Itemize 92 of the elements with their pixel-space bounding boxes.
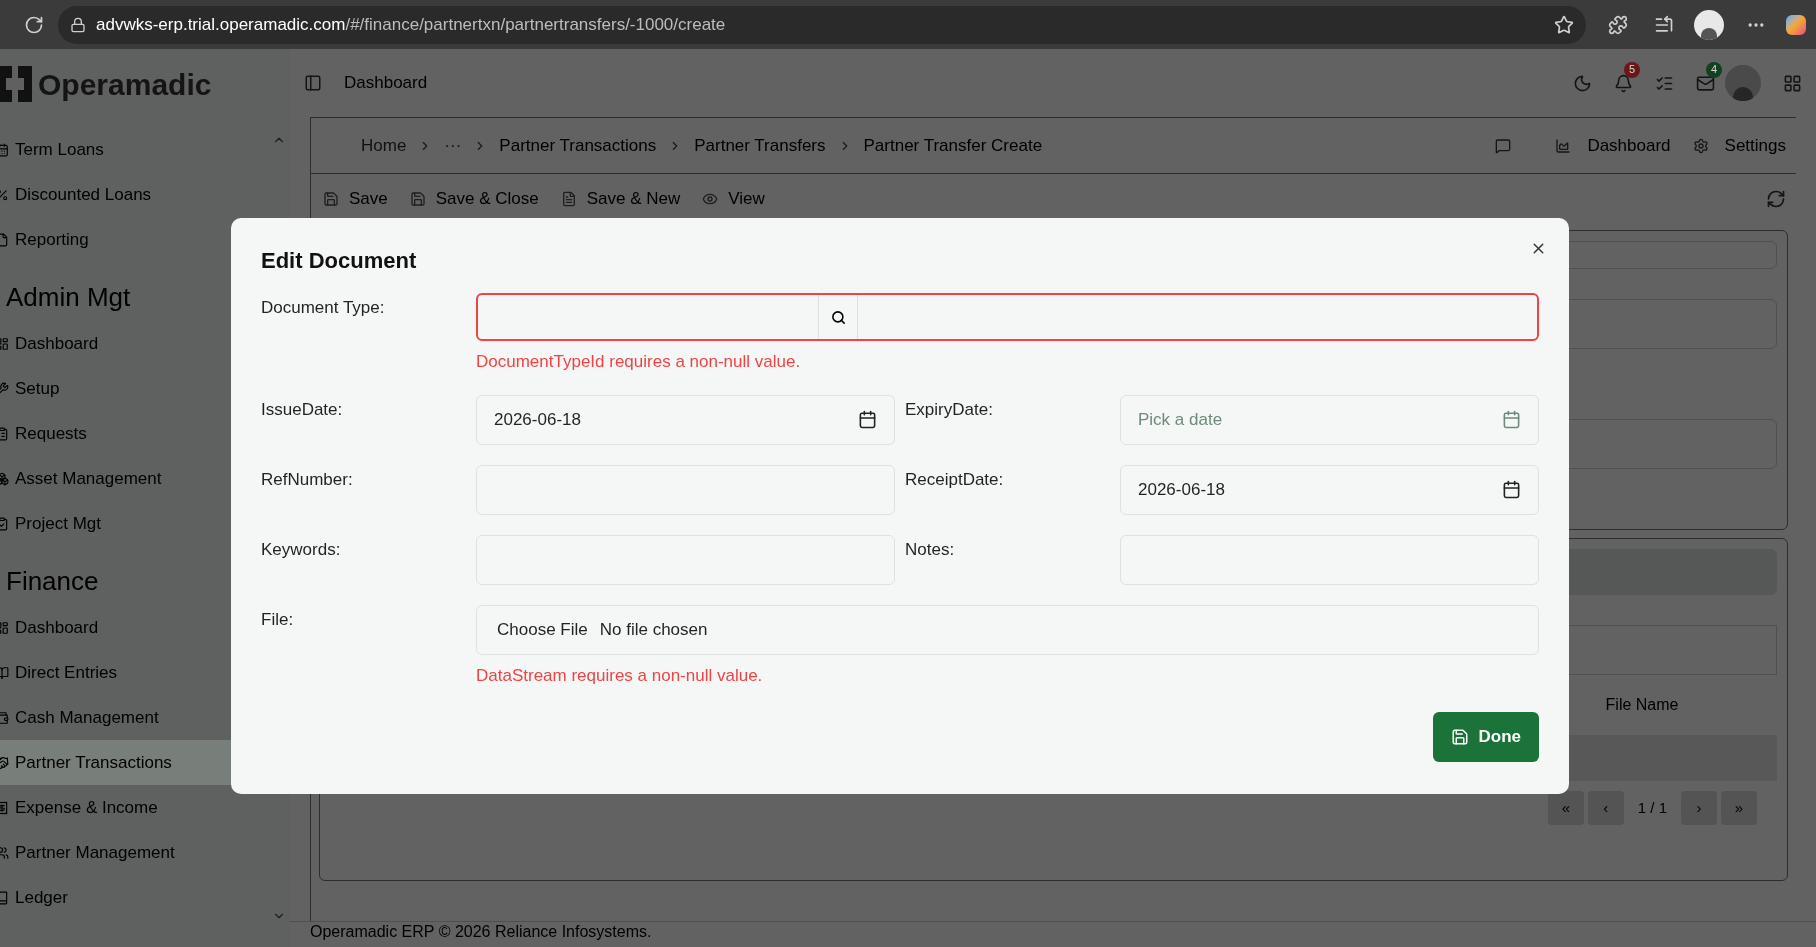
sidebar-item[interactable]: Cash Management — [0, 695, 260, 740]
file-field[interactable]: Choose File No file chosen — [476, 604, 1539, 655]
breadcrumb-link[interactable]: Home — [361, 132, 407, 159]
file-status: No file chosen — [599, 618, 708, 641]
field-label: Keywords: — [261, 538, 342, 561]
save-icon — [409, 191, 426, 207]
sidebar-item[interactable]: Requests — [0, 411, 260, 456]
date-field[interactable]: Pick a date — [1120, 394, 1539, 445]
mail-badge: 4 — [1706, 61, 1722, 78]
reload-icon[interactable] — [24, 14, 44, 35]
error-message: DataStream requires a non-null value. — [476, 664, 764, 687]
pagination-button[interactable]: › — [1681, 791, 1717, 825]
message-icon[interactable] — [1495, 137, 1512, 154]
date-value: 2026-06-18 — [494, 408, 581, 431]
sidebar-item[interactable]: Discounted Loans — [0, 172, 260, 217]
profile-avatar[interactable] — [1694, 9, 1724, 40]
header-title: Dashboard — [344, 72, 428, 95]
sidebar-item[interactable]: Asset Management — [0, 456, 260, 501]
date-field[interactable]: 2026-06-18 — [476, 394, 895, 445]
done-button[interactable]: Done — [1432, 712, 1539, 762]
calendar-icon — [1502, 480, 1521, 499]
sidebar-item[interactable]: Project Mgt — [0, 501, 260, 546]
field-label: RefNumber: — [261, 468, 354, 491]
refresh-icon[interactable] — [1766, 189, 1786, 209]
calendar-icon — [858, 410, 877, 429]
text-field[interactable] — [476, 534, 895, 585]
mail-icon[interactable] — [1696, 73, 1715, 93]
logo-icon — [0, 64, 32, 104]
breadcrumb-link[interactable]: Partner Transfer Create — [863, 132, 1043, 159]
column-header: File Name — [1604, 695, 1679, 715]
copilot-icon[interactable] — [1786, 14, 1806, 35]
toolbar-button[interactable]: View — [702, 186, 765, 212]
sidebar-item[interactable]: Expense & Income — [0, 785, 260, 830]
header-link[interactable]: Settings — [1692, 132, 1786, 159]
dialog-title: Edit Document — [261, 247, 418, 275]
date-value: 2026-06-18 — [1138, 478, 1225, 501]
breadcrumb-link[interactable]: ··· — [444, 132, 462, 159]
sidebar-item[interactable]: Setup — [0, 366, 260, 411]
document-type-lookup[interactable] — [476, 293, 1539, 341]
toolbar-button[interactable]: Save — [323, 186, 388, 212]
search-button[interactable] — [818, 295, 858, 339]
pagination-button[interactable]: ‹ — [1587, 791, 1624, 825]
toolbar-button[interactable]: Save & Close — [409, 186, 539, 212]
breadcrumb-link[interactable]: Partner Transactions — [499, 132, 657, 159]
pagination-button[interactable]: » — [1721, 791, 1757, 825]
sidebar-item[interactable]: Dashboard — [0, 605, 260, 650]
save-icon — [323, 191, 339, 207]
field-label: Document Type: — [261, 297, 386, 319]
moon-icon[interactable] — [1573, 73, 1592, 93]
calendar-icon — [1502, 410, 1521, 429]
document-icon — [560, 191, 577, 207]
sidebar-toggle-icon[interactable] — [304, 74, 322, 92]
sidebar-item[interactable]: Reporting — [0, 217, 260, 262]
text-field[interactable] — [1120, 534, 1539, 585]
favorites-icon[interactable] — [1654, 14, 1674, 35]
footer-text: Operamadic ERP © 2026 Reliance Infosystems. — [310, 922, 652, 942]
search-icon — [830, 309, 846, 325]
field-label: File: — [261, 608, 295, 631]
bell-icon[interactable] — [1614, 73, 1633, 93]
chart-icon — [1555, 137, 1572, 154]
field-label: Notes: — [905, 538, 956, 561]
sidebar-item[interactable]: Term Loans — [0, 127, 260, 172]
field-label: IssueDate: — [261, 398, 344, 421]
header-link[interactable]: Dashboard — [1555, 132, 1671, 159]
toolbar-button[interactable]: Save & New — [560, 186, 681, 212]
date-field[interactable]: 2026-06-18 — [1120, 464, 1539, 515]
save-icon — [1450, 728, 1469, 746]
field-label: ReceiptDate: — [905, 468, 1005, 491]
lock-icon — [70, 16, 86, 33]
apps-icon[interactable] — [1783, 73, 1802, 93]
sidebar-item[interactable]: Ledger — [0, 875, 260, 920]
address-bar[interactable]: advwks-erp.trial.operamadic.com/#/finance/partnertxn/partnertransfers/-1000/create — [58, 5, 1586, 44]
logo-text: Operamadic — [38, 66, 212, 103]
breadcrumb-link[interactable]: Partner Transfers — [694, 132, 826, 159]
sidebar-item[interactable]: Partner Management — [0, 830, 260, 875]
url-text: advwks-erp.trial.operamadic.com/#/finance/partnertxn/partnertransfers/-1000/create — [96, 13, 726, 36]
text-field[interactable] — [476, 464, 895, 515]
date-placeholder: Pick a date — [1138, 408, 1223, 431]
puzzle-icon[interactable] — [1608, 14, 1628, 35]
sidebar-item[interactable]: Dashboard — [0, 321, 260, 366]
choose-file-button[interactable]: Choose File — [497, 616, 588, 643]
pagination-button[interactable]: « — [1547, 791, 1584, 825]
section-heading: Finance — [5, 565, 100, 598]
pagination-button[interactable]: 1 / 1 — [1627, 791, 1677, 825]
error-message: DocumentTypeId requires a non-null value. — [476, 351, 802, 373]
star-icon[interactable] — [1554, 14, 1574, 35]
field-label: ExpiryDate: — [905, 398, 994, 421]
settings-icon — [1692, 137, 1709, 154]
notification-badge: 5 — [1624, 61, 1640, 78]
sidebar-item[interactable]: Direct Entries — [0, 650, 260, 695]
eye-icon — [702, 191, 719, 207]
user-avatar[interactable] — [1725, 65, 1761, 101]
